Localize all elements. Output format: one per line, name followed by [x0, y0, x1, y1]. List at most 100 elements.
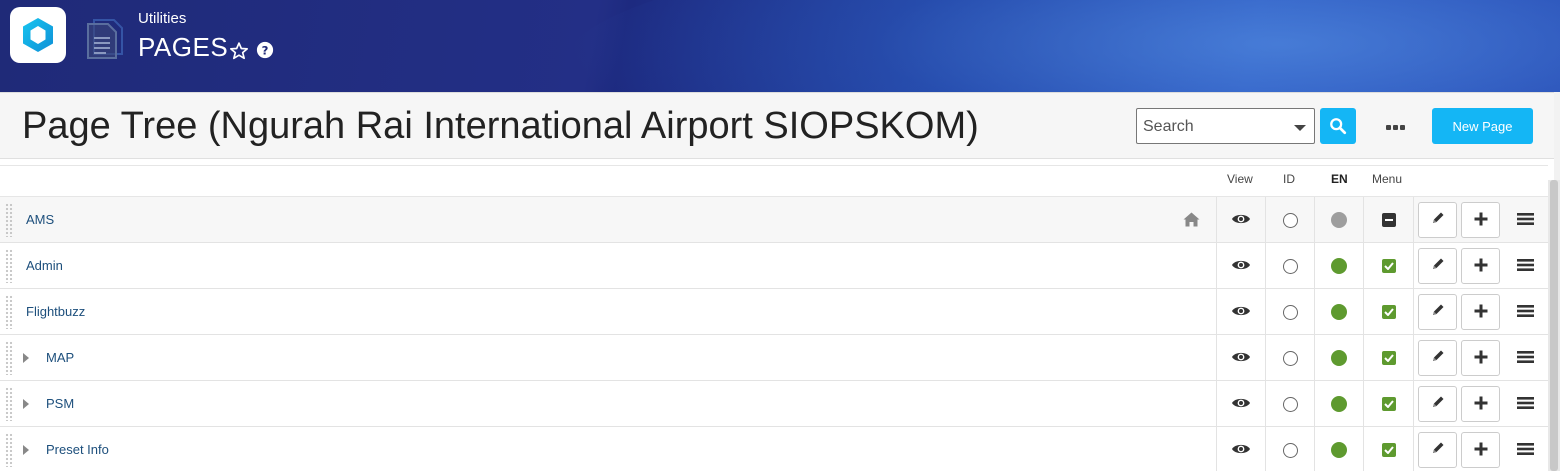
more-options-button[interactable] — [1381, 115, 1409, 139]
en-status-dot[interactable] — [1331, 350, 1347, 366]
menu-checkbox[interactable] — [1381, 397, 1396, 411]
hexagon-logo-icon — [23, 18, 53, 52]
menu-checkbox[interactable] — [1381, 443, 1396, 457]
drag-handle[interactable] — [5, 433, 14, 467]
document-icon — [84, 16, 126, 60]
scrollbar-thumb[interactable] — [1550, 180, 1558, 471]
eye-icon[interactable] — [1231, 441, 1251, 460]
view-cell — [1216, 381, 1265, 427]
column-en: EN — [1331, 172, 1348, 186]
id-status-radio[interactable] — [1282, 396, 1298, 412]
drag-handle[interactable] — [5, 387, 14, 421]
eye-icon[interactable] — [1231, 303, 1251, 322]
drag-handle[interactable] — [5, 203, 14, 237]
row-menu-button[interactable] — [1512, 386, 1538, 422]
en-cell — [1314, 289, 1363, 335]
row-menu-button[interactable] — [1512, 294, 1538, 330]
en-status-dot[interactable] — [1331, 442, 1347, 458]
panel-header: Page Tree (Ngurah Rai International Airp… — [0, 93, 1554, 159]
page-tree-rows: AMS Admin Flightbuzz MAP PSM Preset Info — [0, 197, 1548, 471]
drag-handle[interactable] — [5, 341, 14, 375]
table-row[interactable]: Preset Info — [0, 427, 1548, 471]
scrollbar[interactable] — [1548, 180, 1560, 471]
pencil-icon — [1430, 210, 1446, 230]
edit-button[interactable] — [1418, 340, 1457, 376]
table-row[interactable]: AMS — [0, 197, 1548, 243]
page-tree-table: View ID EN Menu AMS Admin Flightbuzz MAP PSM… — [0, 165, 1548, 471]
ellipsis-dot — [1399, 124, 1405, 130]
app-logo[interactable] — [10, 7, 66, 63]
row-menu-button[interactable] — [1512, 248, 1538, 284]
view-cell — [1216, 289, 1265, 335]
home-icon — [1183, 212, 1200, 227]
en-status-dot[interactable] — [1331, 396, 1347, 412]
table-row[interactable]: Admin — [0, 243, 1548, 289]
add-subpage-button[interactable] — [1461, 202, 1500, 238]
edit-button[interactable] — [1418, 202, 1457, 238]
plus-icon — [1474, 349, 1488, 368]
menu-checkbox[interactable] — [1381, 259, 1396, 273]
id-status-radio[interactable] — [1282, 304, 1298, 320]
page-link[interactable]: AMS — [26, 212, 54, 227]
id-status-radio[interactable] — [1282, 212, 1298, 228]
hamburger-icon — [1516, 441, 1534, 460]
add-subpage-button[interactable] — [1461, 294, 1500, 330]
new-page-button[interactable]: New Page — [1432, 108, 1533, 144]
add-subpage-button[interactable] — [1461, 340, 1500, 376]
expand-arrow-icon[interactable] — [23, 353, 29, 363]
en-status-dot[interactable] — [1331, 212, 1347, 228]
eye-icon[interactable] — [1231, 395, 1251, 414]
table-row[interactable]: MAP — [0, 335, 1548, 381]
expand-arrow-icon[interactable] — [23, 399, 29, 409]
actions-cell — [1413, 197, 1548, 243]
eye-icon[interactable] — [1231, 211, 1251, 230]
row-menu-button[interactable] — [1512, 202, 1538, 238]
column-view: View — [1227, 172, 1253, 186]
search-placeholder: Search — [1143, 118, 1194, 135]
add-subpage-button[interactable] — [1461, 432, 1500, 468]
en-cell — [1314, 197, 1363, 243]
row-menu-button[interactable] — [1512, 432, 1538, 468]
drag-handle[interactable] — [5, 249, 14, 283]
hamburger-icon — [1516, 211, 1534, 230]
expand-arrow-icon[interactable] — [23, 445, 29, 455]
en-status-dot[interactable] — [1331, 304, 1347, 320]
page-link[interactable]: MAP — [46, 350, 74, 365]
chevron-down-icon — [1294, 125, 1306, 131]
id-cell — [1265, 381, 1314, 427]
page-link[interactable]: Flightbuzz — [26, 304, 85, 319]
edit-button[interactable] — [1418, 294, 1457, 330]
menu-checkbox[interactable] — [1381, 213, 1396, 227]
page-tree-title: Page Tree (Ngurah Rai International Airp… — [22, 105, 979, 147]
ellipsis-dot — [1392, 124, 1398, 130]
star-icon[interactable] — [229, 41, 249, 61]
hamburger-icon — [1516, 303, 1534, 322]
edit-button[interactable] — [1418, 386, 1457, 422]
id-status-radio[interactable] — [1282, 258, 1298, 274]
id-status-radio[interactable] — [1282, 442, 1298, 458]
page-link[interactable]: Preset Info — [46, 442, 109, 457]
menu-checkbox[interactable] — [1381, 351, 1396, 365]
table-row[interactable]: PSM — [0, 381, 1548, 427]
page-link[interactable]: PSM — [46, 396, 74, 411]
eye-icon[interactable] — [1231, 257, 1251, 276]
table-row[interactable]: Flightbuzz — [0, 289, 1548, 335]
row-menu-button[interactable] — [1512, 340, 1538, 376]
add-subpage-button[interactable] — [1461, 386, 1500, 422]
menu-cell — [1363, 335, 1413, 381]
menu-cell — [1363, 427, 1413, 471]
section-label: Utilities — [138, 10, 187, 27]
en-status-dot[interactable] — [1331, 258, 1347, 274]
edit-button[interactable] — [1418, 432, 1457, 468]
add-subpage-button[interactable] — [1461, 248, 1500, 284]
help-icon[interactable]: ? — [256, 41, 274, 59]
actions-cell — [1413, 335, 1548, 381]
page-link[interactable]: Admin — [26, 258, 63, 273]
drag-handle[interactable] — [5, 295, 14, 329]
id-status-radio[interactable] — [1282, 350, 1298, 366]
search-select[interactable]: Search — [1136, 108, 1315, 144]
search-button[interactable] — [1320, 108, 1356, 144]
eye-icon[interactable] — [1231, 349, 1251, 368]
menu-checkbox[interactable] — [1381, 305, 1396, 319]
edit-button[interactable] — [1418, 248, 1457, 284]
